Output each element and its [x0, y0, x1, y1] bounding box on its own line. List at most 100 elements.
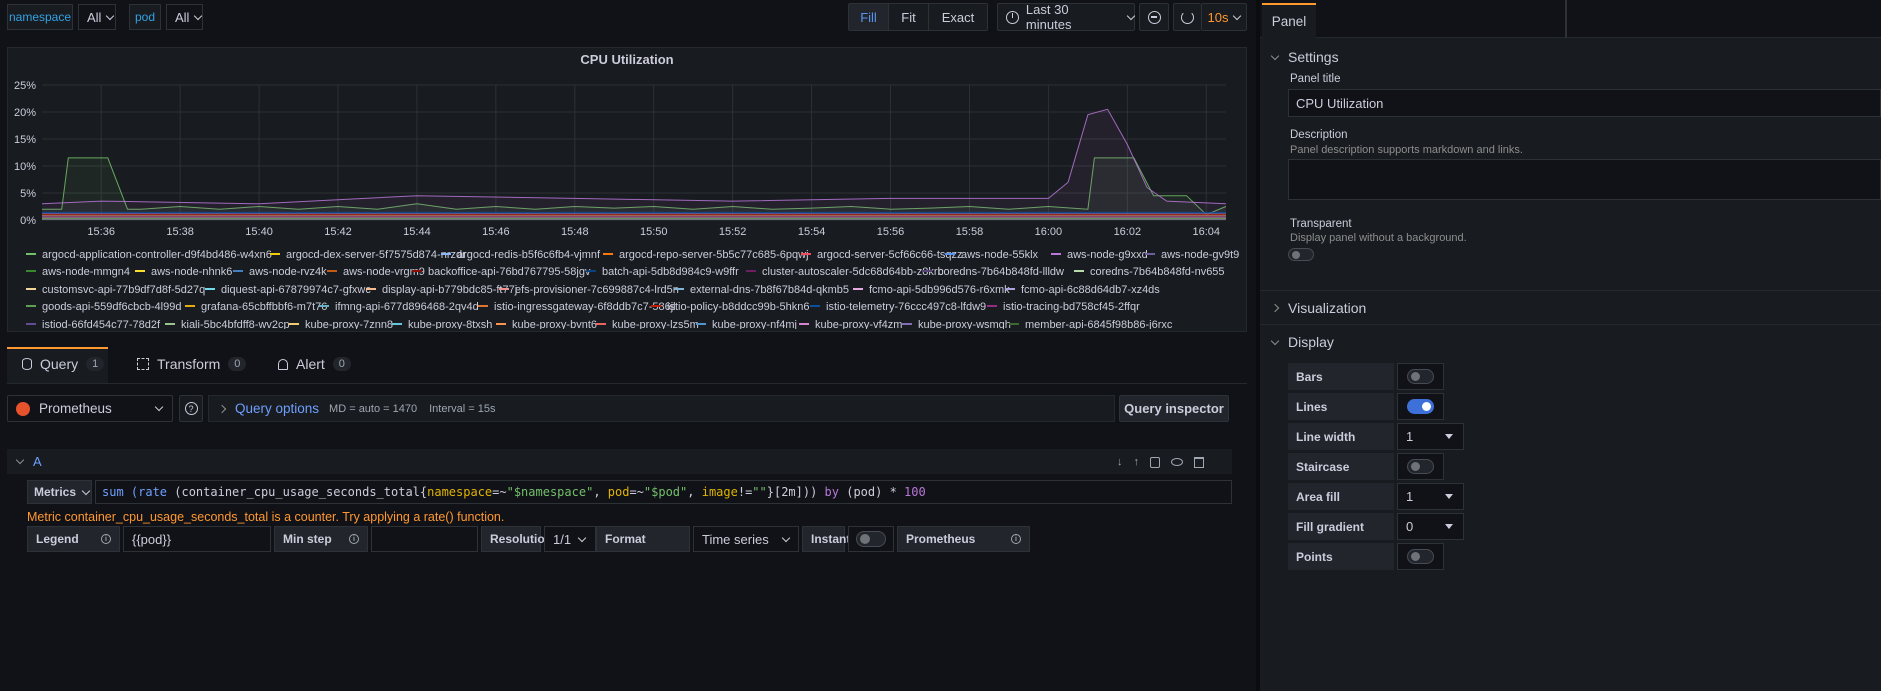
- query-inspector-button[interactable]: Query inspector: [1119, 395, 1229, 422]
- tab-query-count: 1: [86, 357, 105, 371]
- legend-item[interactable]: ifmng-api-677d896468-2qv4d: [335, 301, 479, 313]
- copy-icon[interactable]: [1150, 456, 1160, 468]
- instant-toggle[interactable]: [856, 531, 886, 547]
- legend-item[interactable]: kube-proxy-nf4mj: [712, 319, 797, 331]
- legend-item[interactable]: aws-node-mmgn4: [42, 266, 130, 278]
- datasource-picker[interactable]: Prometheus: [7, 395, 173, 422]
- legend-item[interactable]: goods-api-559df6cbcb-4l99d: [42, 301, 181, 313]
- settings-section-header[interactable]: Settings: [1270, 49, 1339, 65]
- panel-title-label: Panel title: [1290, 73, 1341, 85]
- help-button[interactable]: ?: [179, 395, 203, 422]
- format-select[interactable]: Time series: [693, 526, 799, 552]
- legend-item[interactable]: argocd-application-controller-d9f4bd486-…: [42, 249, 272, 261]
- legend-item[interactable]: argocd-repo-server-5b5c77c685-6pqwj: [619, 249, 809, 261]
- legend-item[interactable]: aws-node-g9xxd: [1067, 249, 1148, 261]
- staircase-toggle[interactable]: [1407, 459, 1434, 474]
- toggle-knob: [1411, 372, 1420, 381]
- chevron-down-icon: [1270, 336, 1280, 345]
- display-section-header[interactable]: Display: [1270, 334, 1334, 350]
- legend-item[interactable]: batch-api-5db8d984c9-w9ffr: [602, 266, 739, 278]
- fill-gradient-select[interactable]: 0: [1397, 513, 1464, 540]
- min-step-input[interactable]: [371, 526, 478, 552]
- resolution-select[interactable]: 1/1: [544, 526, 596, 552]
- pod-variable-select[interactable]: All: [166, 4, 203, 30]
- fill-button[interactable]: Fill: [849, 4, 889, 30]
- legend-item[interactable]: istio-ingressgateway-6f8ddb7c7-586jl: [494, 301, 676, 313]
- legend-item[interactable]: kube-proxy-7znn8: [305, 319, 393, 331]
- legend-item[interactable]: kube-proxy-bvnt6: [512, 319, 597, 331]
- info-icon: i: [349, 534, 359, 544]
- x-tick-label: 15:46: [482, 226, 510, 238]
- query-row-header[interactable]: A: [7, 449, 1232, 474]
- legend-item[interactable]: kiali-5bc4bfdff8-wv2cp: [181, 319, 290, 331]
- zoom-out-button[interactable]: [1139, 3, 1169, 31]
- section-divider: [1260, 290, 1881, 291]
- time-range-picker[interactable]: Last 30 minutes: [997, 2, 1136, 32]
- arrow-up-icon[interactable]: ↑: [1134, 456, 1140, 468]
- legend-item[interactable]: argocd-server-5cf66c66-tsqzz: [817, 249, 963, 261]
- points-toggle[interactable]: [1407, 549, 1434, 564]
- refresh-button[interactable]: [1173, 3, 1201, 31]
- caret-down-icon: [1445, 494, 1453, 499]
- legend-item[interactable]: coredns-7b64b848fd-llldw: [938, 266, 1064, 278]
- eye-icon[interactable]: [1171, 458, 1183, 466]
- legend-item[interactable]: kube-proxy-vf4zm: [815, 319, 902, 331]
- legend-item[interactable]: fcmo-api-5db996d576-r6xmk: [869, 284, 1010, 296]
- description-textarea[interactable]: [1288, 159, 1881, 200]
- visualization-section-header[interactable]: Visualization: [1270, 300, 1366, 316]
- pod-variable-label: pod: [129, 4, 161, 30]
- legend-item[interactable]: grafana-65cbffbbf6-m7t76: [201, 301, 327, 313]
- refresh-interval-picker[interactable]: 10s: [1201, 3, 1247, 31]
- fit-button[interactable]: Fit: [889, 4, 929, 30]
- arrow-down-icon[interactable]: ↓: [1117, 456, 1123, 468]
- legend-item[interactable]: member-api-6845f98b86-j6rxc: [1025, 319, 1173, 331]
- legend-item[interactable]: aws-node-nhnk6: [151, 266, 232, 278]
- legend-item[interactable]: coredns-7b64b848fd-nv655: [1090, 266, 1225, 278]
- transparent-toggle[interactable]: [1288, 248, 1314, 261]
- y-tick-label: 10%: [14, 161, 36, 173]
- min-step-label-text: Min step: [283, 532, 332, 546]
- legend-item[interactable]: efs-provisioner-7c699887c4-lrd5n: [515, 284, 679, 296]
- legend-item[interactable]: aws-node-rvz4k: [249, 266, 327, 278]
- query-expression-editor[interactable]: sum (rate (container_cpu_usage_seconds_t…: [95, 480, 1232, 504]
- query-row-actions: ↓ ↑: [1117, 455, 1229, 469]
- legend-item[interactable]: kube-proxy-lzs5m: [612, 319, 699, 331]
- legend-item[interactable]: istio-tracing-bd758cf45-2ffqr: [1003, 301, 1140, 313]
- legend-item[interactable]: cluster-autoscaler-5dc68d64bb-z8krb: [762, 266, 944, 278]
- description-label: Description: [1290, 129, 1348, 141]
- tab-panel[interactable]: Panel: [1262, 3, 1316, 38]
- expr-token: rate: [138, 485, 168, 499]
- pod-value: All: [175, 9, 190, 25]
- namespace-variable-select[interactable]: All: [78, 4, 116, 30]
- legend-item[interactable]: kube-proxy-8txsh: [408, 319, 492, 331]
- legend-item[interactable]: istio-telemetry-76ccc497c8-lfdw9: [826, 301, 986, 313]
- legend-item[interactable]: aws-node-gv9t9: [1161, 249, 1239, 261]
- legend-format-input[interactable]: {{pod}}: [123, 526, 271, 552]
- tab-transform[interactable]: Transform 0: [137, 356, 247, 372]
- legend-item[interactable]: display-api-b779bdc85-ft77j: [382, 284, 517, 296]
- line-width-select[interactable]: 1: [1397, 423, 1464, 450]
- legend-item[interactable]: external-dns-7b8f67b84d-qkmb5: [690, 284, 849, 296]
- legend-item[interactable]: customsvc-api-77b9df7d8f-5d27q: [42, 284, 205, 296]
- legend-item[interactable]: argocd-redis-b5f6c6fb4-vjmnf: [457, 249, 601, 261]
- legend-item[interactable]: backoffice-api-76bd767795-58jgv: [428, 266, 591, 278]
- lines-toggle[interactable]: [1407, 399, 1434, 414]
- question-icon: ?: [184, 402, 198, 415]
- expr-token: =~: [629, 485, 644, 499]
- y-tick-label: 20%: [14, 107, 36, 119]
- legend-item[interactable]: istiod-66fd454c77-78d2f: [42, 319, 161, 331]
- trash-icon[interactable]: [1194, 456, 1204, 468]
- exact-button[interactable]: Exact: [929, 4, 987, 30]
- panel-title-input[interactable]: CPU Utilization: [1288, 89, 1881, 117]
- legend-item[interactable]: aws-node-55klx: [961, 249, 1039, 261]
- query-options-bar[interactable]: Query options MD = auto = 1470 Interval …: [208, 395, 1115, 422]
- legend-item[interactable]: fcmo-api-6c88d64db7-xz4ds: [1021, 284, 1160, 296]
- legend-item[interactable]: istio-policy-b8ddcc99b-5hkn6: [667, 301, 809, 313]
- metrics-dropdown[interactable]: Metrics: [27, 480, 92, 504]
- bars-toggle[interactable]: [1407, 369, 1434, 384]
- tab-alert[interactable]: Alert 0: [278, 356, 351, 372]
- area-fill-select[interactable]: 1: [1397, 483, 1464, 510]
- legend-item[interactable]: argocd-dex-server-5f7575d874-nrzdr: [286, 249, 466, 261]
- legend-item[interactable]: kube-proxy-wsmgh: [918, 319, 1011, 331]
- legend-item[interactable]: diquest-api-67879974c7-gfxwc: [221, 284, 371, 296]
